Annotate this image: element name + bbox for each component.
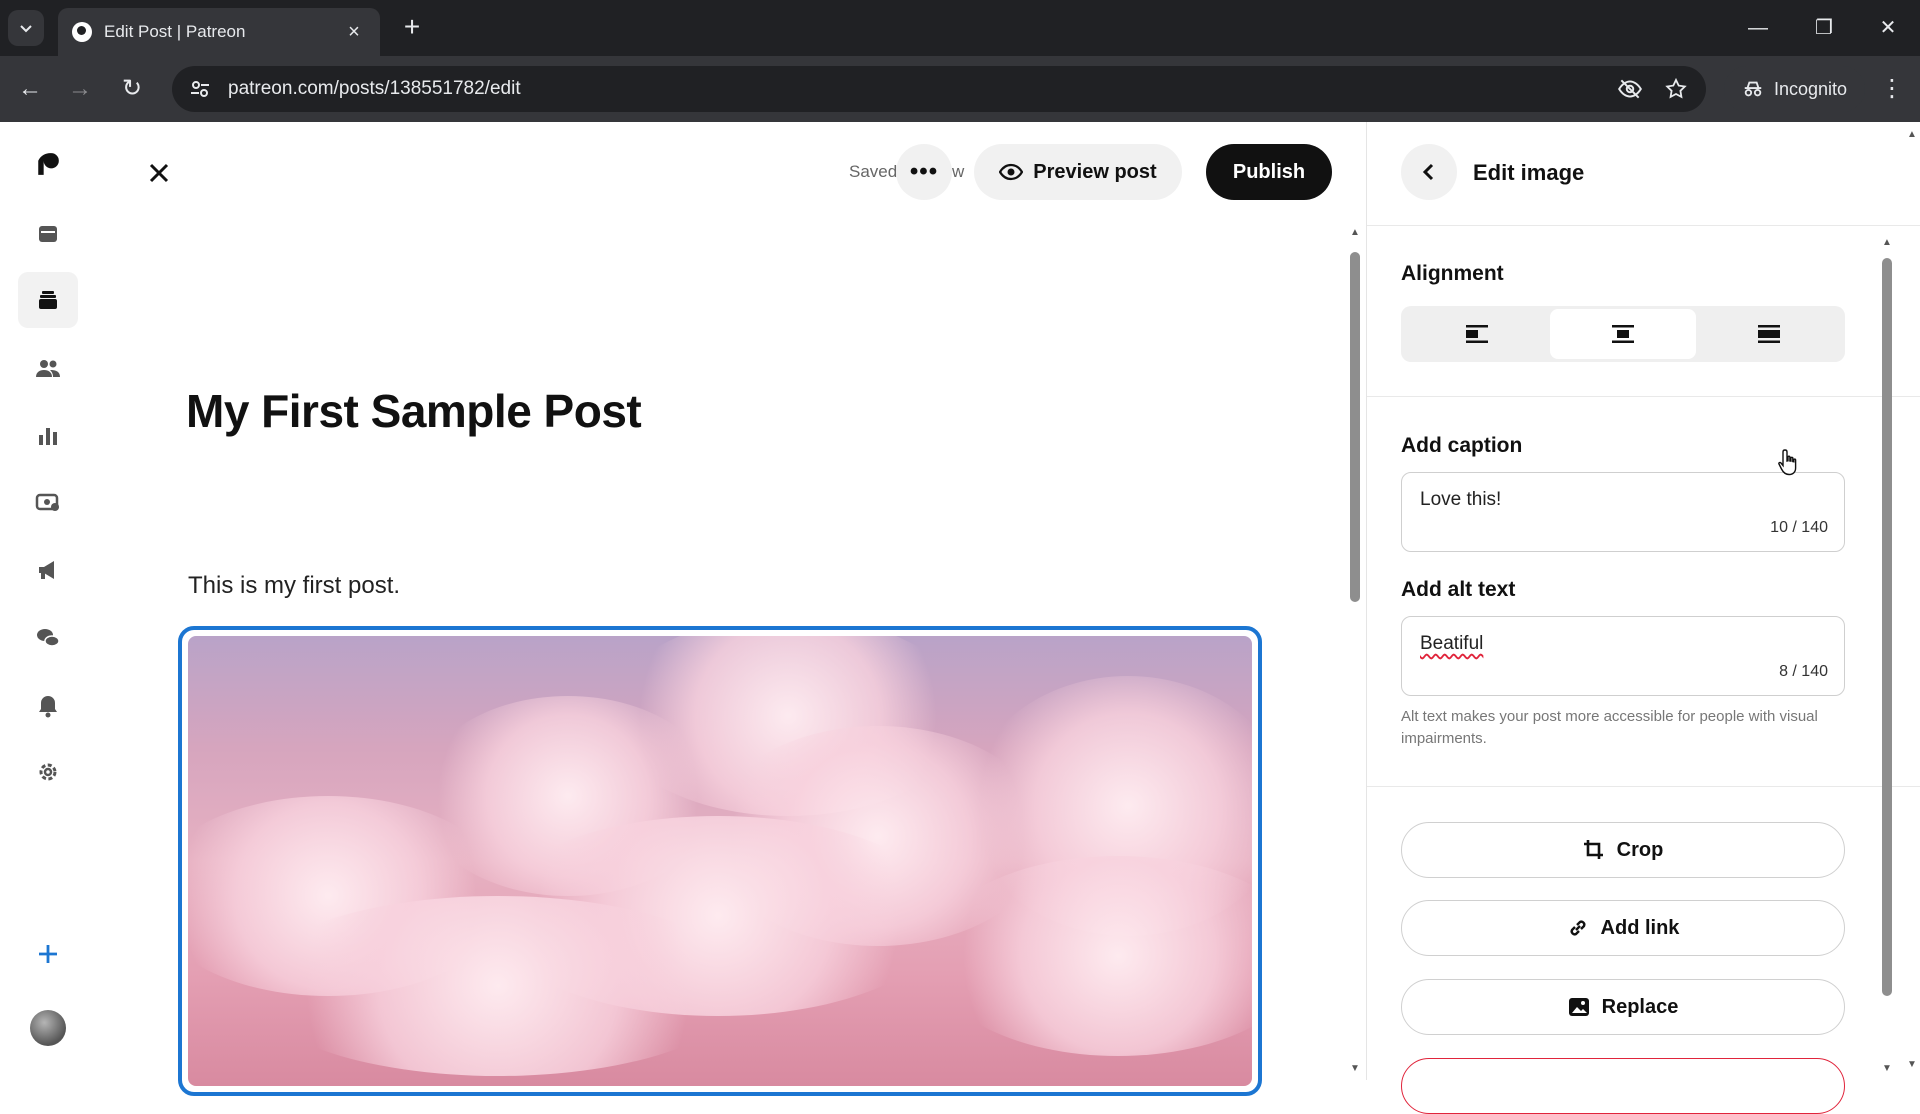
scroll-down-icon[interactable]: ▼ [1350, 1064, 1360, 1074]
site-info-icon[interactable] [188, 77, 212, 101]
post-image-clouds [188, 636, 1252, 1086]
browser-tab-bar: Edit Post | Patreon × + — ❐ ✕ [0, 0, 1920, 56]
panel-scrollbar[interactable]: ▲ ▼ [1881, 238, 1893, 1080]
caption-value: Love this! [1420, 489, 1502, 510]
editor-scroll-thumb[interactable] [1350, 252, 1360, 602]
incognito-icon [1744, 81, 1762, 97]
browser-toolbar: ← → ↻ patreon.com/posts/138551782/edit I… [0, 56, 1920, 122]
caption-input[interactable]: Love this! 10 / 140 [1401, 472, 1845, 552]
alt-text-label: Add alt text [1401, 578, 1516, 601]
scroll-down-icon[interactable]: ▼ [1907, 1060, 1917, 1070]
replace-label: Replace [1601, 995, 1679, 1018]
alt-text-input[interactable]: Beatiful 8 / 140 [1401, 616, 1845, 696]
posts-icon[interactable] [18, 272, 78, 328]
more-horizontal-icon: ••• [909, 158, 939, 185]
replace-button[interactable]: Replace [1401, 979, 1845, 1035]
hand-pointer-cursor-icon [1778, 449, 1797, 476]
promotions-icon[interactable] [18, 542, 78, 598]
patreon-logo-icon[interactable] [18, 136, 78, 192]
incognito-label: Incognito [1774, 78, 1848, 99]
bookmark-star-icon[interactable] [1662, 75, 1690, 103]
publish-button[interactable]: Publish [1206, 144, 1332, 200]
scroll-up-icon[interactable]: ▲ [1350, 228, 1360, 238]
settings-icon[interactable] [18, 744, 78, 800]
patreon-favicon-icon [72, 22, 92, 42]
back-arrow-icon[interactable]: ← [14, 73, 46, 105]
preview-post-button[interactable]: Preview post [974, 144, 1182, 200]
selected-image-block[interactable] [178, 626, 1262, 1096]
alt-text-value: Beatiful [1420, 633, 1484, 654]
more-options-button[interactable]: ••• [896, 144, 952, 200]
panel-back-button[interactable] [1401, 144, 1457, 200]
panel-divider [1367, 786, 1920, 787]
image-icon [1568, 998, 1589, 1016]
notifications-icon[interactable] [18, 678, 78, 734]
insights-icon[interactable] [18, 408, 78, 464]
panel-header: Edit image [1367, 122, 1920, 226]
align-left-icon [1466, 325, 1488, 343]
incognito-badge[interactable]: Incognito [1724, 66, 1866, 112]
window-close-icon[interactable]: ✕ [1868, 12, 1908, 44]
panel-divider [1367, 396, 1920, 397]
caption-char-count: 10 / 140 [1770, 519, 1828, 536]
panel-title: Edit image [1473, 160, 1585, 185]
post-editor: Saved just now ••• Preview post Publish … [96, 122, 1360, 1096]
audience-icon[interactable] [18, 340, 78, 396]
tab-close-icon[interactable]: × [342, 21, 366, 44]
browser-menu-icon[interactable]: ⋮ [1876, 73, 1908, 105]
crop-button[interactable]: Crop [1401, 822, 1845, 878]
close-editor-icon[interactable] [142, 156, 176, 190]
alignment-label: Alignment [1401, 262, 1504, 285]
publish-label: Publish [1232, 160, 1306, 183]
post-title[interactable]: My First Sample Post [186, 384, 642, 438]
tab-search-button[interactable] [8, 10, 44, 46]
tab-title: Edit Post | Patreon [104, 22, 246, 41]
edit-image-panel: Edit image Alignment Add caption Love th… [1366, 122, 1920, 1114]
reload-icon[interactable]: ↻ [116, 73, 148, 105]
caption-label: Add caption [1401, 434, 1523, 457]
post-body-text[interactable]: This is my first post. [188, 572, 400, 600]
scroll-down-icon[interactable]: ▼ [1882, 1064, 1892, 1074]
patreon-app: Saved just now ••• Preview post Publish … [0, 122, 1920, 1114]
add-link-label: Add link [1600, 916, 1680, 939]
panel-scroll-thumb[interactable] [1882, 258, 1892, 996]
crop-icon [1583, 840, 1603, 859]
chevron-left-icon [1422, 163, 1434, 181]
remove-image-button[interactable] [1401, 1058, 1845, 1114]
eye-icon [999, 163, 1024, 181]
scroll-up-icon[interactable]: ▲ [1907, 130, 1917, 140]
avatar[interactable] [30, 1010, 66, 1046]
editor-scrollbar[interactable]: ▲ ▼ [1350, 228, 1360, 1080]
eye-off-icon[interactable] [1616, 75, 1644, 103]
alt-text-char-count: 8 / 140 [1779, 663, 1828, 680]
alt-text-help: Alt text makes your post more accessible… [1401, 708, 1818, 747]
scroll-up-icon[interactable]: ▲ [1882, 238, 1892, 248]
crop-label: Crop [1616, 838, 1664, 861]
link-icon [1570, 920, 1586, 936]
browser-tab-active[interactable]: Edit Post | Patreon × [58, 8, 380, 56]
preview-post-label: Preview post [1033, 160, 1157, 183]
forward-arrow-icon[interactable]: → [64, 73, 96, 105]
restore-icon[interactable]: ❐ [1804, 12, 1844, 44]
left-nav-rail [0, 122, 96, 1080]
align-left-button[interactable] [1404, 309, 1550, 359]
url-text: patreon.com/posts/138551782/edit [228, 78, 521, 99]
chats-icon[interactable] [18, 610, 78, 666]
page-scrollbar[interactable]: ▲ ▼ [1904, 122, 1920, 1080]
add-link-button[interactable]: Add link [1401, 900, 1845, 956]
minimize-icon[interactable]: — [1738, 12, 1778, 44]
new-tab-button[interactable]: + [396, 12, 428, 44]
add-icon[interactable] [18, 926, 78, 982]
alignment-segmented-control [1401, 306, 1845, 362]
align-center-icon [1612, 325, 1634, 343]
address-bar[interactable]: patreon.com/posts/138551782/edit [172, 66, 1706, 112]
chevron-down-icon [20, 25, 32, 33]
library-icon[interactable] [18, 206, 78, 262]
align-full-width-button[interactable] [1696, 309, 1842, 359]
align-center-button[interactable] [1550, 309, 1696, 359]
align-full-width-icon [1758, 325, 1780, 343]
payouts-icon[interactable] [18, 474, 78, 530]
